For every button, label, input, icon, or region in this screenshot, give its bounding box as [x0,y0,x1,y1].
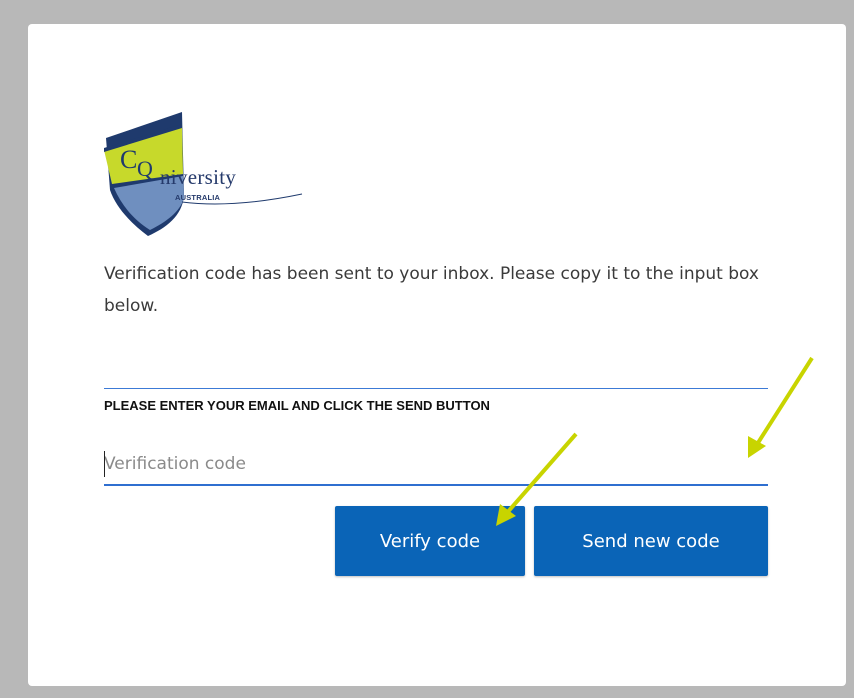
cquniversity-logo: C Q niversity AUSTRALIA [104,112,334,236]
form-divider [104,388,768,389]
send-new-code-button[interactable]: Send new code [534,506,768,576]
verification-code-input[interactable] [104,444,768,486]
text-caret [104,451,105,477]
field-label: PLEASE ENTER YOUR EMAIL AND CLICK THE SE… [104,398,490,413]
verify-code-button[interactable]: Verify code [335,506,525,576]
page-backdrop: C Q niversity AUSTRALIA Verification cod… [0,0,854,698]
intro-message: Verification code has been sent to your … [104,264,759,316]
logo-cq-letters: C [120,145,137,174]
svg-text:Q: Q [137,156,153,181]
logo-wordmark: niversity [160,165,237,189]
logo-subtitle: AUSTRALIA [175,193,221,202]
